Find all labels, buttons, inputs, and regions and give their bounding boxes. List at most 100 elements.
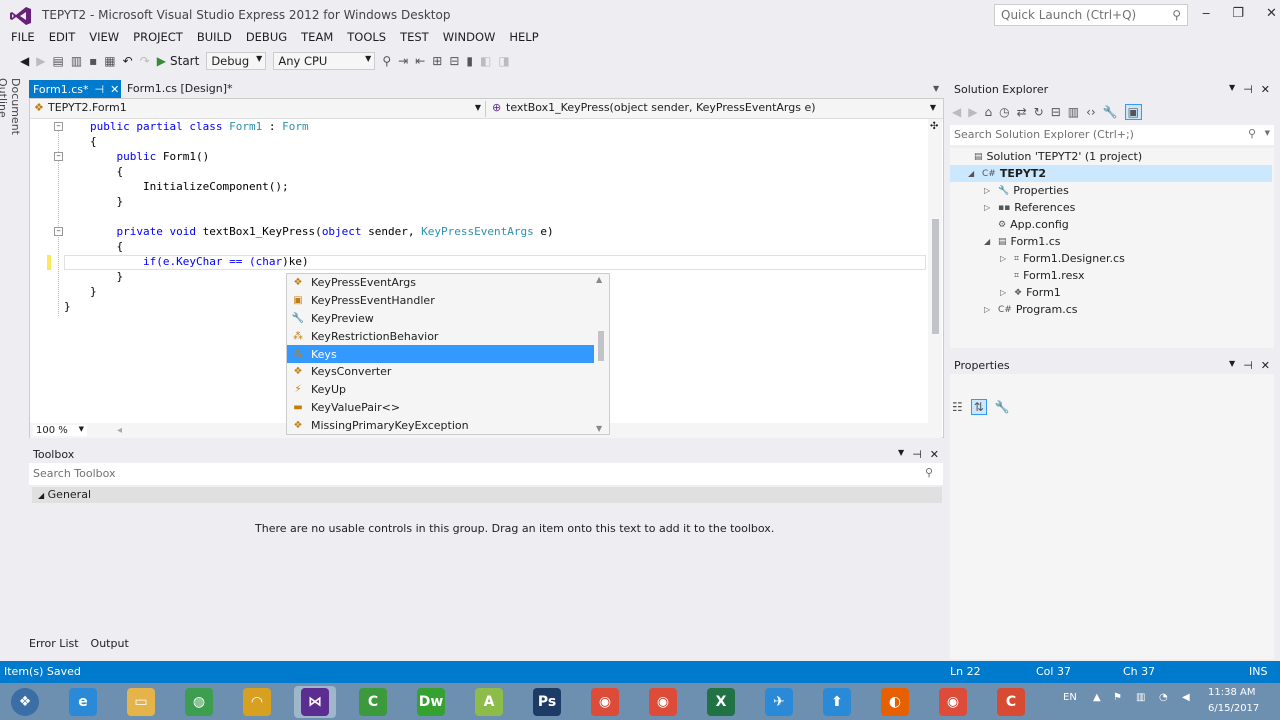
scroll-left-icon[interactable]: ◂ (117, 425, 122, 436)
chevron-down-icon[interactable]: ▼ (1265, 129, 1270, 137)
ie-taskbar-icon[interactable]: e (62, 686, 104, 718)
camtasia-taskbar-icon[interactable]: C (352, 686, 394, 718)
bird-taskbar-icon[interactable]: ✈ (758, 686, 800, 718)
platform-select[interactable]: Any CPU ▼ (273, 52, 376, 70)
expand-arrow-icon[interactable]: ▷ (984, 305, 994, 314)
completion-item[interactable]: ▣ KeyPressEventHandler (287, 292, 594, 310)
document-outline-tab[interactable]: Document Outline (0, 78, 22, 178)
collapse-icon[interactable]: − (54, 122, 63, 131)
clock-time[interactable]: 11:38 AM (1208, 687, 1255, 698)
menu-file[interactable]: FILE (4, 30, 42, 48)
close-icon[interactable]: ✕ (110, 83, 119, 96)
menu-team[interactable]: TEAM (294, 30, 340, 48)
indent-icon[interactable]: ⇥ (398, 54, 408, 68)
next-bookmark-icon[interactable]: ◨ (498, 54, 509, 68)
pin-icon[interactable]: ⊣ (1243, 83, 1253, 96)
alphabetical-icon[interactable]: ⇅ (970, 399, 987, 415)
save-all-icon[interactable]: ▦ (104, 54, 115, 68)
restore-button[interactable]: ❐ (1232, 6, 1244, 21)
toolbox-search-input[interactable]: Search Toolbox ⚲ (29, 463, 943, 485)
completion-scrollbar[interactable]: ▲ ▼ (594, 275, 608, 433)
editor-vertical-scrollbar[interactable]: ✣ (928, 119, 942, 424)
sync-icon[interactable]: ⇄ (1017, 105, 1027, 119)
property-pages-icon[interactable]: 🔧 (995, 400, 1010, 414)
scroll-thumb[interactable] (932, 219, 939, 334)
scroll-thumb[interactable] (598, 331, 604, 361)
chrome3-taskbar-icon[interactable]: ◉ (932, 686, 974, 718)
action-center-icon[interactable]: ⚑ (1113, 692, 1122, 703)
tab-output[interactable]: Output (91, 637, 129, 650)
chrome-taskbar-icon[interactable]: ◉ (584, 686, 626, 718)
solution-explorer-search-input[interactable]: Search Solution Explorer (Ctrl+;) ⚲ ▼ (950, 125, 1274, 145)
menu-debug[interactable]: DEBUG (239, 30, 294, 48)
headphones-taskbar-icon[interactable]: ◠ (236, 686, 278, 718)
completion-item[interactable]: ❖ KeyPressEventArgs (287, 274, 594, 292)
pin-icon[interactable]: ⊣ (1243, 359, 1253, 372)
start-button[interactable]: ▶ Start (157, 54, 200, 68)
menu-help[interactable]: HELP (502, 30, 545, 48)
dreamweaver-taskbar-icon[interactable]: Dw (410, 686, 452, 718)
dropdown-icon[interactable]: ▼ (1229, 83, 1235, 96)
scroll-down-icon[interactable]: ▼ (596, 424, 602, 433)
close-icon[interactable]: ✕ (1261, 359, 1270, 372)
completion-item[interactable]: ❖ MissingPrimaryKeyException (287, 416, 594, 434)
wifi-icon[interactable]: ◔ (1159, 692, 1168, 703)
menu-tools[interactable]: TOOLS (340, 30, 393, 48)
tab-overflow-icon[interactable]: ▼ (933, 84, 939, 93)
chrome2-taskbar-icon[interactable]: ◉ (642, 686, 684, 718)
history-icon[interactable]: ◷ (999, 105, 1009, 119)
categorized-icon[interactable]: ☷ (952, 400, 963, 414)
toolbox-group-general[interactable]: ◢ General (32, 487, 942, 503)
language-indicator[interactable]: EN (1063, 692, 1077, 703)
quick-launch-input[interactable]: Quick Launch (Ctrl+Q) ⚲ (994, 4, 1188, 26)
collapse-all-icon[interactable]: ⊟ (1051, 105, 1061, 119)
properties-icon[interactable]: 🔧 (1103, 105, 1118, 119)
pin-icon[interactable]: ⊣ (94, 83, 104, 96)
globe-taskbar-icon[interactable]: ◍ (178, 686, 220, 718)
tab-form1-design[interactable]: Form1.cs [Design]* (121, 80, 239, 98)
find-icon[interactable]: ⚲ (382, 54, 391, 68)
view-code-icon[interactable]: ‹› (1086, 105, 1096, 119)
collapse-icon[interactable]: − (54, 227, 63, 236)
completion-item[interactable]: 🔧 KeyPreview (287, 310, 594, 328)
scroll-up-icon[interactable]: ▲ (596, 275, 602, 284)
tree-item[interactable]: ⌗ Form1.resx (950, 267, 1085, 284)
explorer-taskbar-icon[interactable]: ▭ (120, 686, 162, 718)
expand-arrow-icon[interactable]: ◢ (968, 169, 978, 178)
tree-item[interactable]: ▤ Solution 'TEPYT2' (1 project) (950, 148, 1142, 165)
member-dropdown[interactable]: ⊕ textBox1_KeyPress(object sender, KeyPre… (490, 101, 940, 117)
config-select[interactable]: Debug ▼ (206, 52, 267, 70)
close-icon[interactable]: ✕ (1261, 83, 1270, 96)
pin-icon[interactable]: ⊣ (912, 448, 922, 461)
collapse-icon[interactable]: − (54, 152, 63, 161)
tree-item[interactable]: ⚙ App.config (950, 216, 1069, 233)
tree-item[interactable]: ▷ ❖ Form1 (950, 284, 1061, 301)
bookmark-icon[interactable]: ▮ (466, 54, 473, 68)
minimize-button[interactable]: ‒ (1202, 6, 1210, 21)
back-icon[interactable]: ◀ (20, 54, 29, 68)
expand-arrow-icon[interactable]: ▷ (984, 203, 994, 212)
menu-build[interactable]: BUILD (190, 30, 239, 48)
split-icon[interactable]: ✣ (930, 121, 938, 132)
undo-icon[interactable]: ↶ (123, 54, 133, 68)
show-all-icon[interactable]: ▥ (1068, 105, 1079, 119)
expand-arrow-icon[interactable]: ▷ (984, 186, 994, 195)
show-hidden-icons-icon[interactable]: ▲ (1093, 692, 1101, 703)
volume-icon[interactable]: ◀ (1182, 692, 1190, 703)
android-taskbar-icon[interactable]: A (468, 686, 510, 718)
home-icon[interactable]: ⌂ (984, 105, 992, 119)
open-file-icon[interactable]: ▥ (71, 54, 82, 68)
forward-icon[interactable]: ▶ (968, 105, 977, 119)
menu-view[interactable]: VIEW (82, 30, 126, 48)
completion-item[interactable]: ⚡ KeyUp (287, 381, 594, 399)
completion-item[interactable]: ⁂ Keys (287, 345, 594, 363)
tree-item[interactable]: ◢ ▤ Form1.cs (950, 233, 1061, 250)
expand-arrow-icon[interactable]: ◢ (984, 237, 994, 246)
menu-window[interactable]: WINDOW (436, 30, 503, 48)
dropdown-icon[interactable]: ▼ (898, 448, 904, 461)
refresh-icon[interactable]: ↻ (1034, 105, 1044, 119)
tree-item[interactable]: ◢ C# TEPYT2 (950, 165, 1272, 182)
completion-item[interactable]: ⁂ KeyRestrictionBehavior (287, 327, 594, 345)
tree-item[interactable]: ▷ ⌗ Form1.Designer.cs (950, 250, 1125, 267)
completion-item[interactable]: ▬ KeyValuePair<> (287, 399, 594, 417)
